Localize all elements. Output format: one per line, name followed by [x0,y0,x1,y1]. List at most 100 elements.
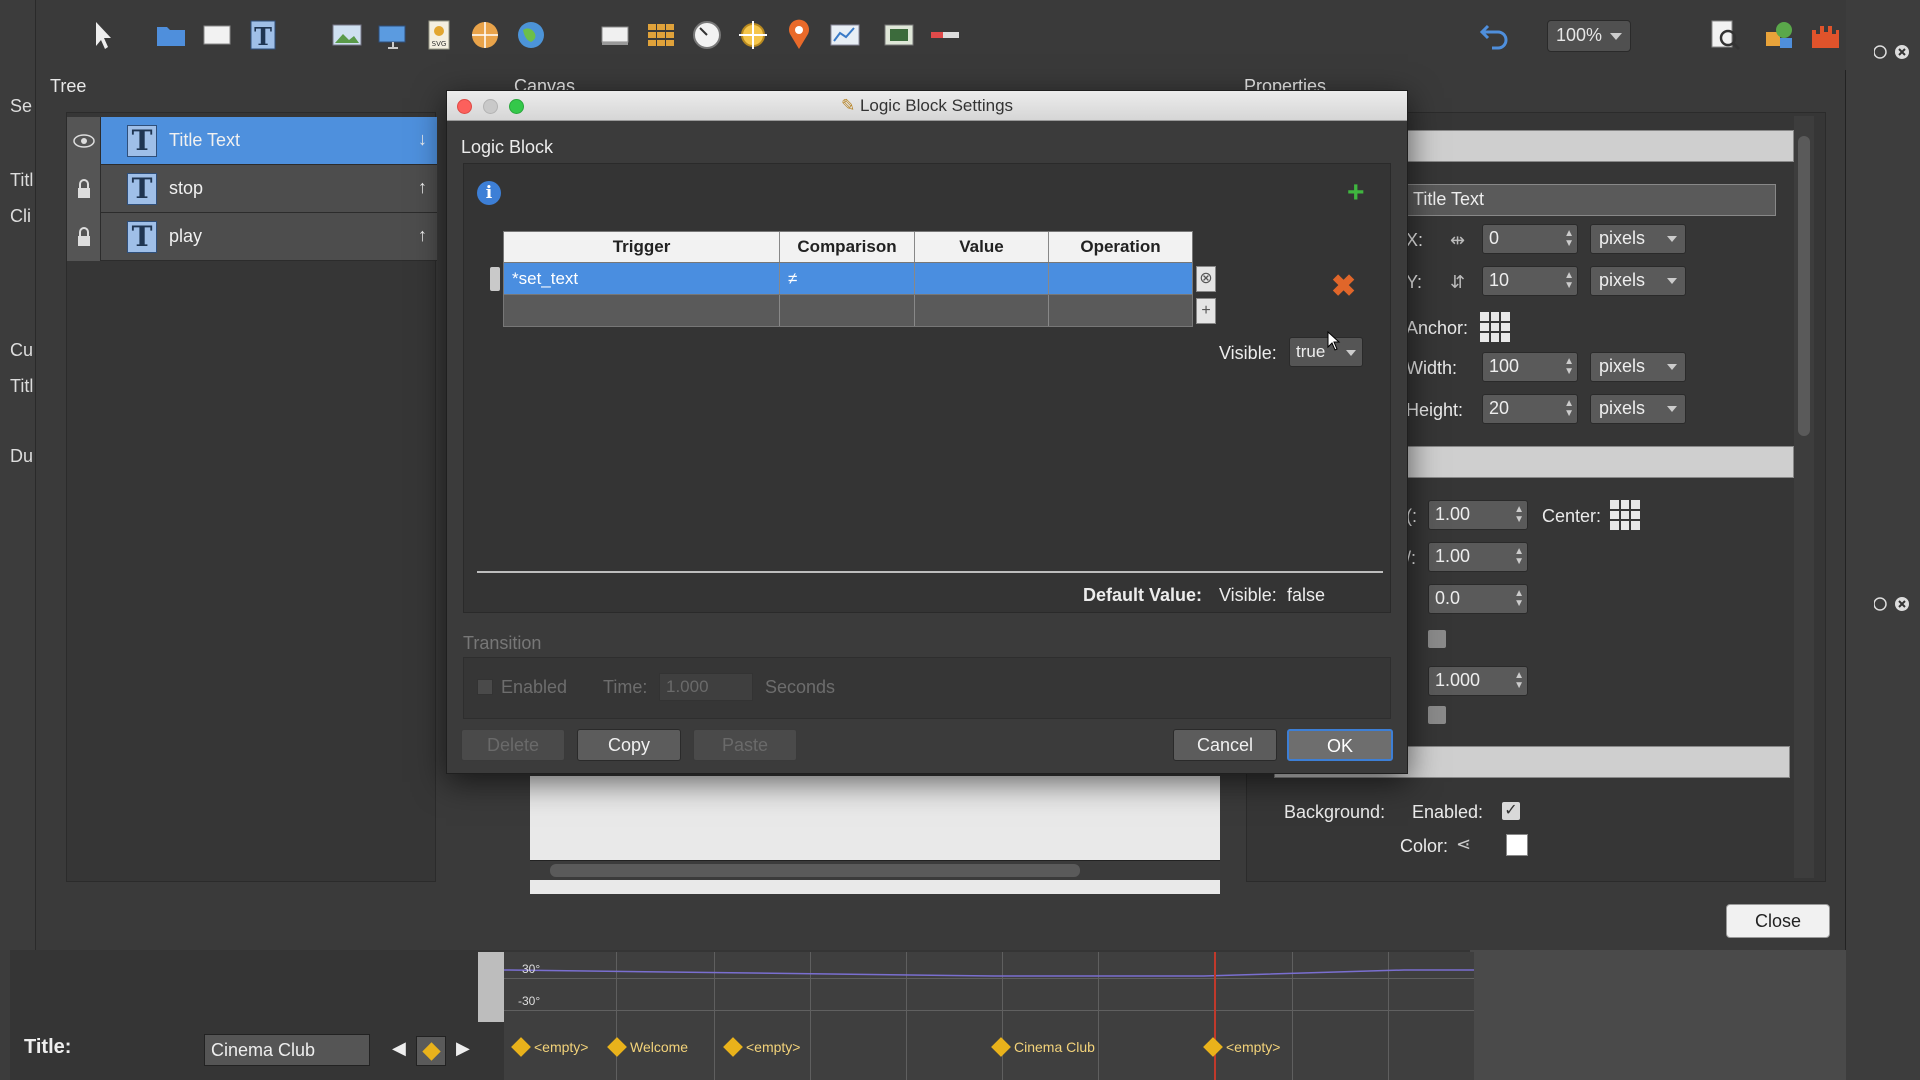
trigger-cell[interactable]: *set_text [504,263,780,294]
scrollbar-thumb[interactable] [550,864,1080,877]
castle-icon[interactable] [1806,16,1844,54]
clear-row-icon[interactable]: ⊗ [1196,266,1216,292]
column-header-trigger[interactable]: Trigger [504,232,780,262]
pointer-icon[interactable] [84,16,122,54]
property-checkbox[interactable] [1428,630,1446,648]
x-unit-select[interactable]: pixels [1590,224,1686,254]
timeline-scroll-handle[interactable] [478,952,504,1022]
cancel-button[interactable]: Cancel [1173,729,1277,761]
eye-icon[interactable] [67,117,101,165]
x-input[interactable]: 0 ▲ ▼ [1482,224,1578,254]
add-keyframe-button[interactable] [416,1036,446,1066]
delete-button[interactable]: Delete [461,729,565,761]
width-unit-select[interactable]: pixels [1590,352,1686,382]
ok-button[interactable]: OK [1287,729,1393,761]
previous-keyframe-icon[interactable]: ◀ [392,1038,406,1059]
paste-button[interactable]: Paste [693,729,797,761]
height-unit-select[interactable]: pixels [1590,394,1686,424]
add-row-icon[interactable]: + [1196,298,1216,324]
drag-handle-icon[interactable] [490,267,500,291]
grid-icon[interactable] [642,16,680,54]
stepper-icon[interactable]: ▲ ▼ [1564,399,1574,419]
column-header-operation[interactable]: Operation [1049,232,1192,262]
tree-item-play[interactable]: T play ↑ [67,213,437,261]
column-header-value[interactable]: Value [915,232,1049,262]
add-icon[interactable]: + [1347,178,1365,208]
chart-icon[interactable] [826,16,864,54]
sort-arrow-icon[interactable]: ↑ [418,177,427,198]
timeline-title-input[interactable]: Cinema Club [204,1034,370,1066]
tree-item-title-text[interactable]: T Title Text ↓ [67,117,437,165]
color-swatch[interactable] [1506,834,1528,856]
svg-icon[interactable]: SVG [420,16,458,54]
stepper-icon[interactable]: ▲ ▼ [1514,671,1524,691]
center-grid-icon[interactable] [1610,500,1640,530]
text-icon[interactable]: T [244,16,282,54]
info-icon[interactable]: i [477,181,501,205]
operation-cell[interactable] [1049,263,1192,294]
globe-icon[interactable] [512,16,550,54]
sort-arrow-icon[interactable]: ↑ [418,225,427,246]
stepper-icon[interactable]: ▲ ▼ [1514,505,1524,525]
video-icon[interactable] [880,16,918,54]
stepper-icon[interactable]: ▲ ▼ [1514,589,1524,609]
property-checkbox[interactable] [1428,706,1446,724]
zoom-select[interactable]: 100% [1547,20,1631,52]
operation-cell[interactable] [1049,295,1192,326]
comparison-cell[interactable]: ≠ [780,263,915,294]
height-input[interactable]: 20 ▲ ▼ [1482,394,1578,424]
properties-scrollbar[interactable] [1794,116,1814,878]
transition-enabled-checkbox[interactable] [477,679,493,695]
visible-select[interactable]: true [1289,337,1363,367]
rectangle-icon[interactable] [198,16,236,54]
delete-icon[interactable]: ✖ [1331,269,1356,304]
undo-icon[interactable] [1476,16,1514,54]
anchor-grid-icon[interactable] [1480,312,1510,342]
y-input[interactable]: 10 ▲ ▼ [1482,266,1578,296]
next-keyframe-icon[interactable]: ▶ [456,1038,470,1059]
sort-arrow-icon[interactable]: ↓ [418,129,427,150]
sphere-icon[interactable] [466,16,504,54]
close-button[interactable]: Close [1726,904,1830,938]
width-input[interactable]: 100 ▲ ▼ [1482,352,1578,382]
search-icon[interactable] [1706,16,1744,54]
share-icon[interactable]: ⋖ [1456,834,1471,855]
stepper-icon[interactable]: ▲ ▼ [1564,271,1574,291]
folder-icon[interactable] [152,16,190,54]
trigger-cell[interactable] [504,295,780,326]
screen-icon[interactable] [596,16,634,54]
canvas-horizontal-scrollbar[interactable] [530,860,1220,880]
comparison-cell[interactable] [780,295,915,326]
time-input[interactable]: 1.000 [659,673,753,701]
value-cell[interactable] [915,263,1049,294]
rotation-input[interactable]: 0.0 ▲ ▼ [1428,584,1528,614]
timeline-playhead[interactable] [1214,952,1216,1080]
map-pin-icon[interactable] [780,16,818,54]
lock-icon[interactable] [67,165,101,213]
name-field[interactable]: Title Text [1404,184,1776,216]
table-row[interactable]: *set_text ≠ [490,263,1193,295]
value-cell[interactable] [915,295,1049,326]
opacity-input[interactable]: 1.000 ▲ ▼ [1428,666,1528,696]
background-enabled-checkbox[interactable]: ✓ [1502,802,1520,820]
column-header-comparison[interactable]: Comparison [780,232,915,262]
image-icon[interactable] [328,16,366,54]
crosshair-icon[interactable] [734,16,772,54]
shapes-icon[interactable] [1760,16,1798,54]
dialog-titlebar[interactable]: ✎ Logic Block Settings [447,91,1407,121]
stepper-icon[interactable]: ▲ ▼ [1564,357,1574,377]
copy-button[interactable]: Copy [577,729,681,761]
table-row[interactable] [503,295,1193,327]
y-unit-value: pixels [1599,270,1646,290]
lock-icon[interactable] [67,213,101,261]
scale-y-input[interactable]: 1.00 ▲ ▼ [1428,542,1528,572]
gauge-icon[interactable] [688,16,726,54]
stepper-icon[interactable]: ▲ ▼ [1564,229,1574,249]
tree-item-stop[interactable]: T stop ↑ [67,165,437,213]
y-unit-select[interactable]: pixels [1590,266,1686,296]
scale-x-input[interactable]: 1.00 ▲ ▼ [1428,500,1528,530]
scrollbar-thumb[interactable] [1798,136,1810,436]
slideshow-icon[interactable] [374,16,412,54]
stepper-icon[interactable]: ▲ ▼ [1514,547,1524,567]
progress-icon[interactable] [926,16,964,54]
